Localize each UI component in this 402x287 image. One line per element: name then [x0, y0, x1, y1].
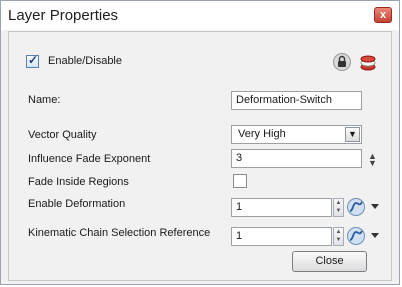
chevron-down-icon[interactable]: ▼	[345, 127, 360, 142]
fade-inside-regions-checkbox[interactable]	[233, 174, 247, 188]
name-field[interactable]: Deformation-Switch	[231, 91, 362, 110]
vector-quality-select[interactable]: Very High ▼	[231, 125, 362, 144]
fade-inside-regions-label: Fade Inside Regions	[28, 176, 129, 188]
influence-fade-exponent-field[interactable]: 3	[231, 149, 362, 168]
title-bar[interactable]: Layer Properties x	[1, 1, 399, 30]
vector-quality-value: Very High	[238, 128, 286, 140]
enable-deformation-label: Enable Deformation	[28, 198, 126, 210]
lock-icon[interactable]	[333, 52, 351, 72]
name-label: Name:	[28, 94, 61, 106]
layer-properties-window: Layer Properties x Enable/Disable Name: …	[0, 0, 400, 285]
kinematic-chain-label: Kinematic Chain Selection Reference	[28, 227, 211, 239]
properties-panel: Enable/Disable Name: Deformation-Switch …	[8, 31, 392, 281]
function-curve-icon[interactable]	[346, 226, 366, 246]
enable-deformation-spinner[interactable]: ▲ ▼	[333, 198, 344, 217]
function-curve-icon[interactable]	[346, 197, 366, 217]
enable-deformation-field[interactable]: 1	[231, 198, 332, 217]
enable-disable-checkbox[interactable]	[26, 53, 39, 68]
kinematic-chain-field[interactable]: 1	[231, 227, 332, 246]
chevron-down-icon[interactable]	[370, 203, 380, 211]
window-close-button[interactable]: x	[374, 7, 392, 23]
chevron-down-icon[interactable]	[370, 232, 380, 240]
up-down-arrows-icon[interactable]: ▲ ▼	[368, 152, 377, 168]
influence-fade-exponent-label: Influence Fade Exponent	[28, 153, 151, 165]
kinematic-chain-spinner[interactable]: ▲ ▼	[333, 227, 344, 246]
layer-icon[interactable]	[359, 52, 377, 72]
enable-disable-label: Enable/Disable	[48, 55, 122, 67]
window-title: Layer Properties	[8, 7, 119, 24]
close-button[interactable]: Close	[292, 251, 367, 272]
vector-quality-label: Vector Quality	[28, 129, 97, 141]
